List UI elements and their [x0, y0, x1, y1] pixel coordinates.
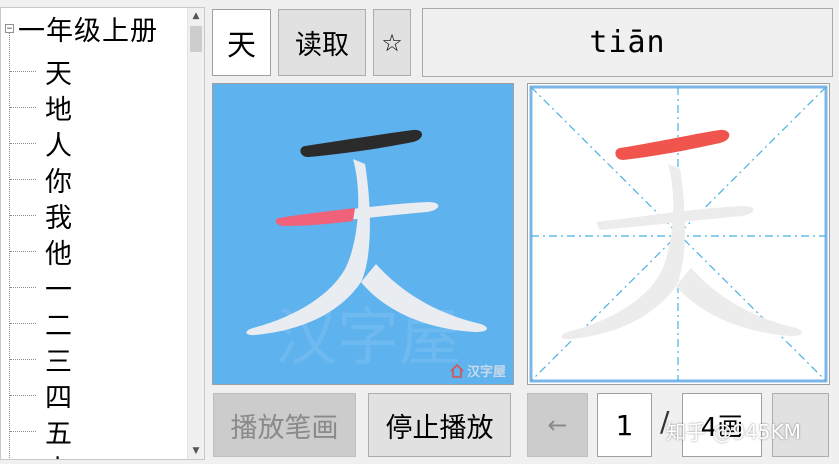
tree-item[interactable]: 他: [10, 233, 72, 270]
tree-item[interactable]: 五: [10, 413, 72, 450]
tree-item[interactable]: 一: [10, 269, 72, 306]
character-grid-image: [529, 85, 828, 383]
total-strokes-field: 4画: [682, 393, 762, 457]
tree-item-label: 二: [45, 310, 72, 342]
tree-connector: [10, 142, 36, 144]
tree-item-label: 他: [45, 238, 72, 270]
tree-item[interactable]: 天: [10, 53, 72, 90]
tree-item[interactable]: 人: [10, 125, 72, 162]
tree-connector: [10, 70, 36, 72]
tree-item-label: 三: [45, 346, 72, 378]
tree-item[interactable]: 地: [10, 89, 72, 126]
stop-playback-button[interactable]: 停止播放: [368, 393, 511, 457]
stroke-grid-panel: [527, 83, 830, 385]
tree-item-label: 四: [45, 382, 72, 414]
tree-connector: [10, 322, 36, 324]
tree-connector: [10, 286, 36, 288]
stroke-separator: /: [660, 405, 670, 438]
tree-connector: [10, 178, 36, 180]
tree-item[interactable]: 二: [10, 305, 72, 342]
play-strokes-button[interactable]: 播放笔画: [213, 393, 356, 457]
tree-item[interactable]: 我: [10, 197, 72, 234]
tree-item-label: 地: [45, 94, 72, 126]
scroll-thumb[interactable]: [190, 26, 202, 52]
logo-watermark: 汉字屋: [450, 361, 506, 380]
tree-item-label: 你: [45, 166, 72, 198]
arrow-left-icon: ←: [547, 411, 568, 439]
read-button[interactable]: 读取: [278, 9, 366, 76]
star-icon[interactable]: ☆: [373, 9, 411, 76]
tree-scrollbar[interactable]: ▲ ▼: [187, 8, 204, 459]
logo-text: 汉字屋: [466, 365, 506, 380]
stroke-animation-panel: 汉字屋 汉字屋: [212, 83, 514, 385]
tree-connector: [10, 394, 36, 396]
prev-stroke-button[interactable]: ←: [527, 393, 588, 457]
tree-connector: [10, 358, 36, 360]
character-stroke-image: 汉字屋: [246, 129, 487, 374]
tree-root-node[interactable]: − 一年级上册: [5, 10, 158, 47]
lesson-tree[interactable]: − 一年级上册 天地人你我他一二三四五上 ▲ ▼: [0, 7, 205, 460]
tree-item[interactable]: 三: [10, 341, 72, 378]
scroll-down-icon[interactable]: ▼: [188, 443, 204, 459]
scroll-up-icon[interactable]: ▲: [188, 8, 204, 24]
house-icon: [450, 363, 464, 378]
tree-item[interactable]: 上: [10, 449, 72, 460]
tree-item-label: 我: [45, 202, 72, 234]
collapse-icon[interactable]: −: [5, 23, 14, 33]
tree-connector: [10, 250, 36, 252]
tree-item[interactable]: 四: [10, 377, 72, 414]
pinyin-display: tiān: [422, 8, 833, 77]
tree-item-label: 一: [45, 274, 72, 306]
tree-item-label: 天: [45, 58, 72, 90]
tree-item-label: 上: [45, 448, 72, 460]
next-stroke-button[interactable]: [772, 393, 829, 457]
tree-connector: [10, 430, 36, 432]
tree-connector: [10, 106, 36, 108]
tree-item-label: 五: [45, 418, 72, 450]
tree-root-label: 一年级上册: [18, 15, 158, 47]
tree-item-label: 人: [45, 130, 72, 162]
tree-connector: [10, 214, 36, 216]
current-stroke-field[interactable]: 1: [597, 393, 652, 457]
character-input[interactable]: 天: [212, 9, 271, 76]
tree-item[interactable]: 你: [10, 161, 72, 198]
